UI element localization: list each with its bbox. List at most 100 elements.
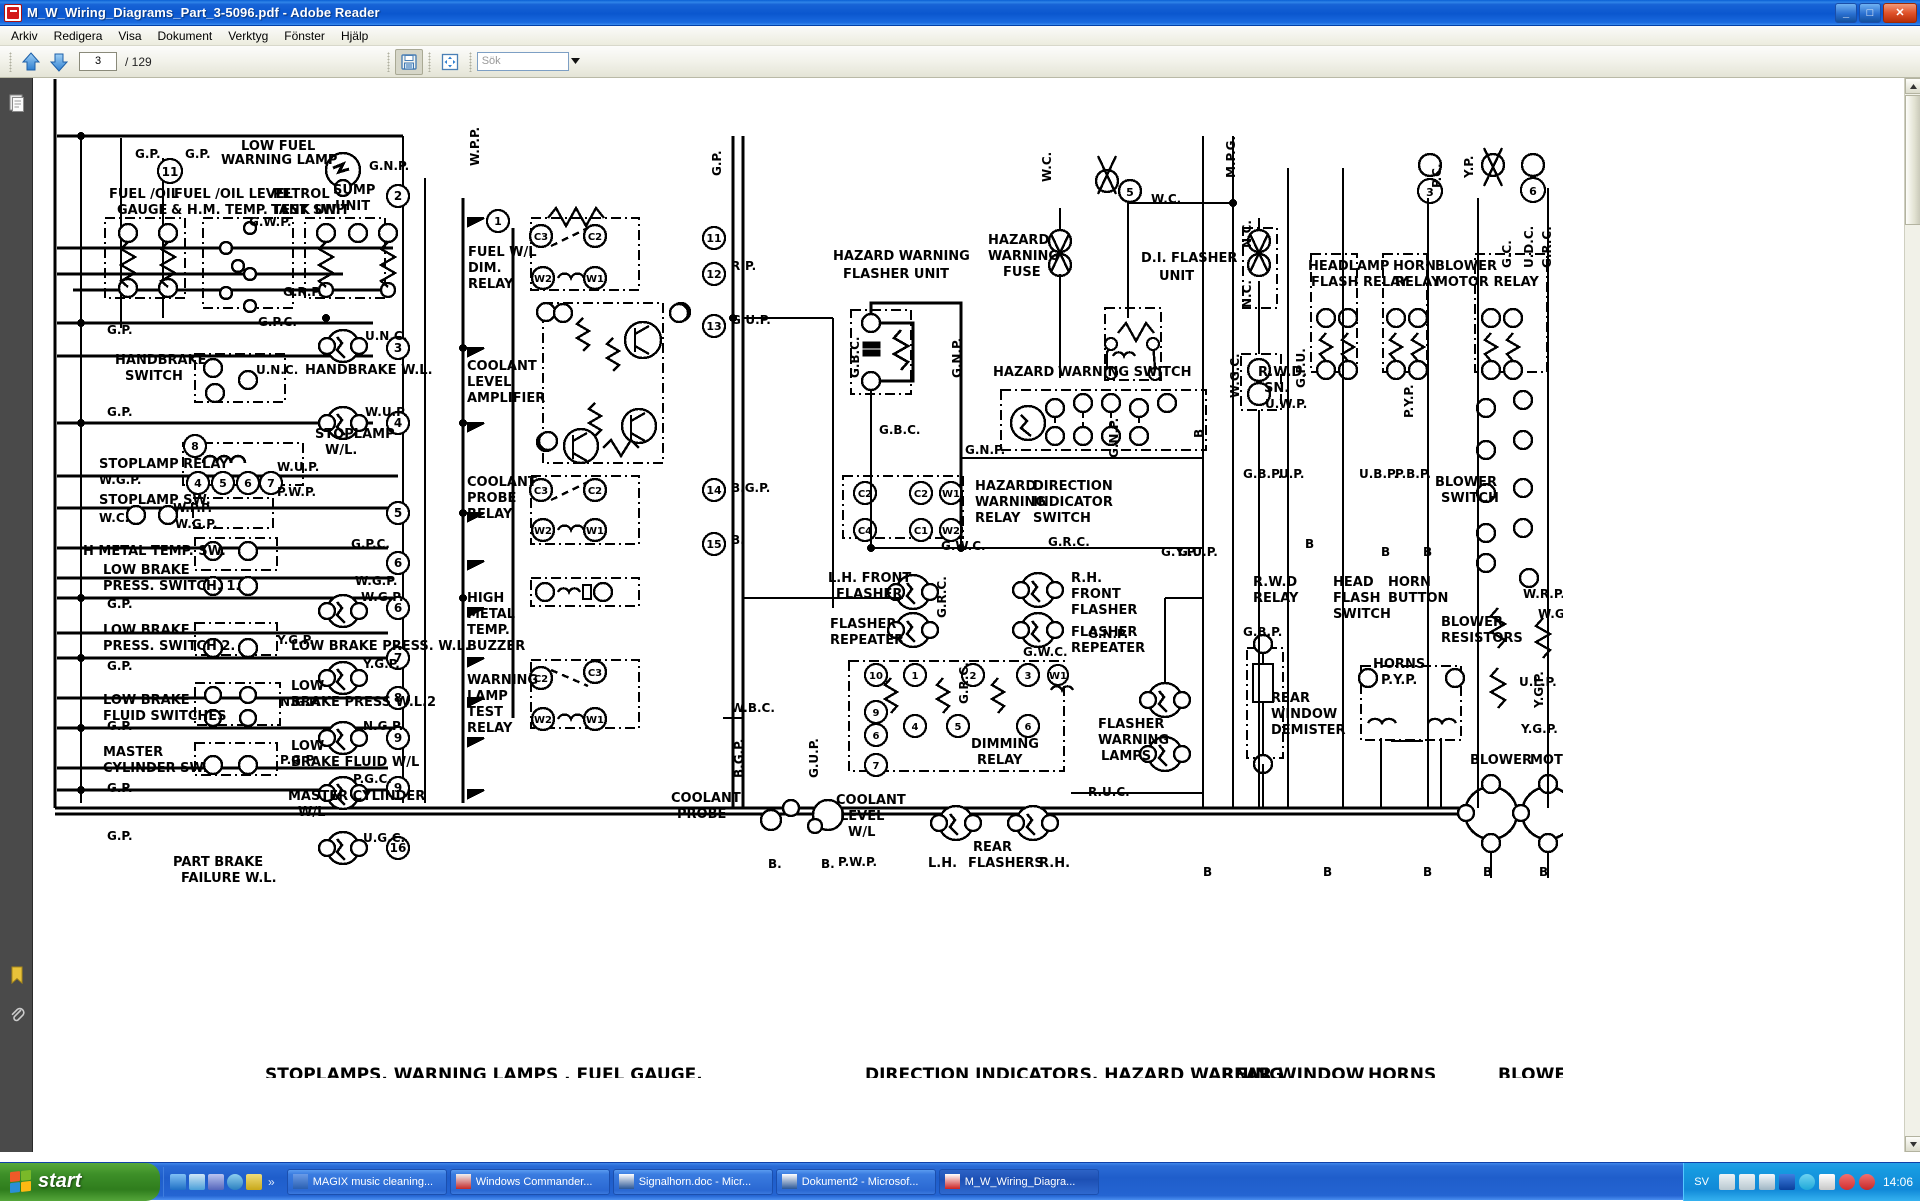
menu-dokument[interactable]: Dokument — [150, 27, 221, 45]
search-input[interactable]: Sök — [477, 52, 569, 71]
svg-text:W.U.P.: W.U.P. — [277, 460, 319, 474]
toolbar-grip-3[interactable] — [428, 52, 431, 72]
svg-text:G.N.P.: G.N.P. — [1107, 418, 1121, 458]
menu-verktyg[interactable]: Verktyg — [220, 27, 276, 45]
windows-logo-icon — [10, 1170, 31, 1193]
close-button[interactable]: ✕ — [1883, 3, 1917, 23]
scroll-down-button[interactable] — [1905, 1136, 1920, 1152]
svg-text:P.C.: P.C. — [1430, 163, 1444, 188]
menu-arkiv[interactable]: Arkiv — [3, 27, 46, 45]
fit-page-button[interactable] — [436, 49, 464, 75]
language-indicator[interactable]: SV — [1694, 1176, 1709, 1188]
menu-redigera[interactable]: Redigera — [46, 27, 111, 45]
toolbar-grip[interactable] — [9, 52, 12, 72]
save-button[interactable] — [395, 49, 423, 75]
svg-text:R.U.C.: R.U.C. — [1088, 785, 1130, 799]
svg-text:LOW BRAKE: LOW BRAKE — [103, 693, 190, 708]
save-icon — [399, 52, 419, 72]
word-document-icon — [619, 1174, 634, 1189]
svg-text:COOLANT: COOLANT — [467, 475, 537, 490]
svg-text:10: 10 — [869, 671, 883, 682]
ql-clock-icon[interactable] — [246, 1174, 262, 1190]
task-signalhorn-doc[interactable]: Signalhorn.doc - Micr... — [613, 1169, 773, 1195]
svg-text:W.G.P.: W.G.P. — [99, 473, 141, 487]
bookmarks-panel-button[interactable] — [0, 958, 33, 992]
svg-text:W/L.: W/L. — [325, 443, 357, 458]
tray-network-icon[interactable] — [1759, 1174, 1775, 1190]
maximize-button[interactable]: □ — [1859, 3, 1881, 23]
svg-text:HAZARD: HAZARD — [975, 479, 1036, 494]
svg-text:N.G.P.: N.G.P. — [280, 695, 320, 709]
svg-text:7: 7 — [267, 477, 275, 490]
tray-shield-icon[interactable] — [1839, 1174, 1855, 1190]
vertical-scrollbar[interactable] — [1904, 78, 1920, 1152]
quicklaunch-overflow-chevron[interactable]: » — [268, 1175, 273, 1189]
toolbar-grip-4[interactable] — [469, 52, 472, 72]
svg-text:4: 4 — [912, 722, 919, 733]
search-dropdown-button[interactable] — [569, 52, 583, 71]
tray-sync-icon[interactable] — [1799, 1174, 1815, 1190]
task-adobe-reader[interactable]: M_W_Wiring_Diagra... — [939, 1169, 1099, 1195]
start-button[interactable]: start — [0, 1163, 160, 1201]
svg-text:C3: C3 — [534, 232, 548, 243]
task-dokument2[interactable]: Dokument2 - Microsof... — [776, 1169, 936, 1195]
svg-text:W1: W1 — [1049, 671, 1067, 682]
toolbar-grip-2[interactable] — [387, 52, 390, 72]
ql-internet-explorer-icon[interactable] — [170, 1174, 186, 1190]
task-magix[interactable]: MAGIX music cleaning... — [287, 1169, 447, 1195]
svg-text:STOPLAMP: STOPLAMP — [315, 427, 395, 442]
taskbar: start » MAGIX music cleaning... Windows … — [0, 1162, 1920, 1200]
window-titlebar[interactable]: M_W_Wiring_Diagrams_Part_3-5096.pdf - Ad… — [0, 0, 1920, 26]
svg-text:BLOWER: BLOWER — [1441, 615, 1503, 630]
svg-text:G.P.U.: G.P.U. — [1294, 348, 1308, 388]
tray-printer-icon[interactable] — [1819, 1174, 1835, 1190]
svg-text:3: 3 — [1025, 671, 1032, 682]
clock[interactable]: 14:06 — [1883, 1175, 1913, 1189]
svg-text:U.N.C.: U.N.C. — [256, 363, 298, 377]
svg-text:G.P.: G.P. — [107, 323, 133, 337]
svg-text:7: 7 — [873, 761, 880, 772]
task-windows-commander[interactable]: Windows Commander... — [450, 1169, 610, 1195]
svg-text:HEAD: HEAD — [1333, 575, 1374, 590]
svg-text:G.B.C.: G.B.C. — [848, 337, 862, 378]
next-page-button[interactable] — [46, 50, 72, 74]
menu-fonster[interactable]: Fönster — [276, 27, 333, 45]
scroll-up-button[interactable] — [1905, 78, 1920, 94]
tray-bluetooth-icon[interactable] — [1779, 1174, 1795, 1190]
svg-text:G.W.C.: G.W.C. — [1023, 645, 1068, 659]
svg-text:G.B.C.: G.B.C. — [879, 423, 920, 437]
ql-globe-icon[interactable] — [227, 1174, 243, 1190]
svg-text:LOW: LOW — [291, 679, 324, 694]
previous-page-button[interactable] — [18, 50, 44, 74]
svg-text:Y.P.: Y.P. — [1462, 156, 1476, 179]
svg-text:W.G.C.: W.G.C. — [1228, 353, 1242, 398]
ql-media-player-icon[interactable] — [189, 1174, 205, 1190]
svg-text:B: B — [1483, 865, 1492, 879]
tray-icon-2[interactable] — [1739, 1174, 1755, 1190]
svg-text:CYLINDER SW.: CYLINDER SW. — [103, 761, 208, 776]
start-label: start — [38, 1170, 81, 1193]
page-number-input[interactable]: 3 — [79, 52, 117, 71]
svg-text:REAR: REAR — [1271, 691, 1310, 706]
menu-hjalp[interactable]: Hjälp — [333, 27, 376, 45]
tray-warning-icon[interactable] — [1859, 1174, 1875, 1190]
svg-text:N.G.P.: N.G.P. — [363, 719, 403, 733]
svg-text:H METAL TEMP. SW.: H METAL TEMP. SW. — [83, 544, 226, 559]
ql-app-icon[interactable] — [208, 1174, 224, 1190]
svg-text:MASTER CYLINDER: MASTER CYLINDER — [288, 789, 425, 804]
minimize-button[interactable]: _ — [1835, 3, 1857, 23]
svg-text:COOLANT: COOLANT — [467, 359, 537, 374]
menu-visa[interactable]: Visa — [110, 27, 149, 45]
bookmark-icon — [8, 965, 26, 985]
scrollbar-thumb[interactable] — [1905, 95, 1920, 225]
svg-text:G.R.C.: G.R.C. — [935, 576, 949, 618]
pages-panel-button[interactable] — [0, 86, 33, 120]
tray-icon-1[interactable] — [1719, 1174, 1735, 1190]
svg-text:METAL: METAL — [467, 607, 515, 622]
svg-text:12: 12 — [706, 268, 721, 281]
attachments-panel-button[interactable] — [0, 998, 33, 1032]
document-view[interactable]: 34 56 67 89 916 112 84 567 — [33, 78, 1906, 1152]
svg-text:FUSE: FUSE — [1003, 265, 1041, 280]
svg-text:TEMP.: TEMP. — [467, 623, 510, 638]
svg-text:W.P.P.: W.P.P. — [468, 127, 482, 166]
